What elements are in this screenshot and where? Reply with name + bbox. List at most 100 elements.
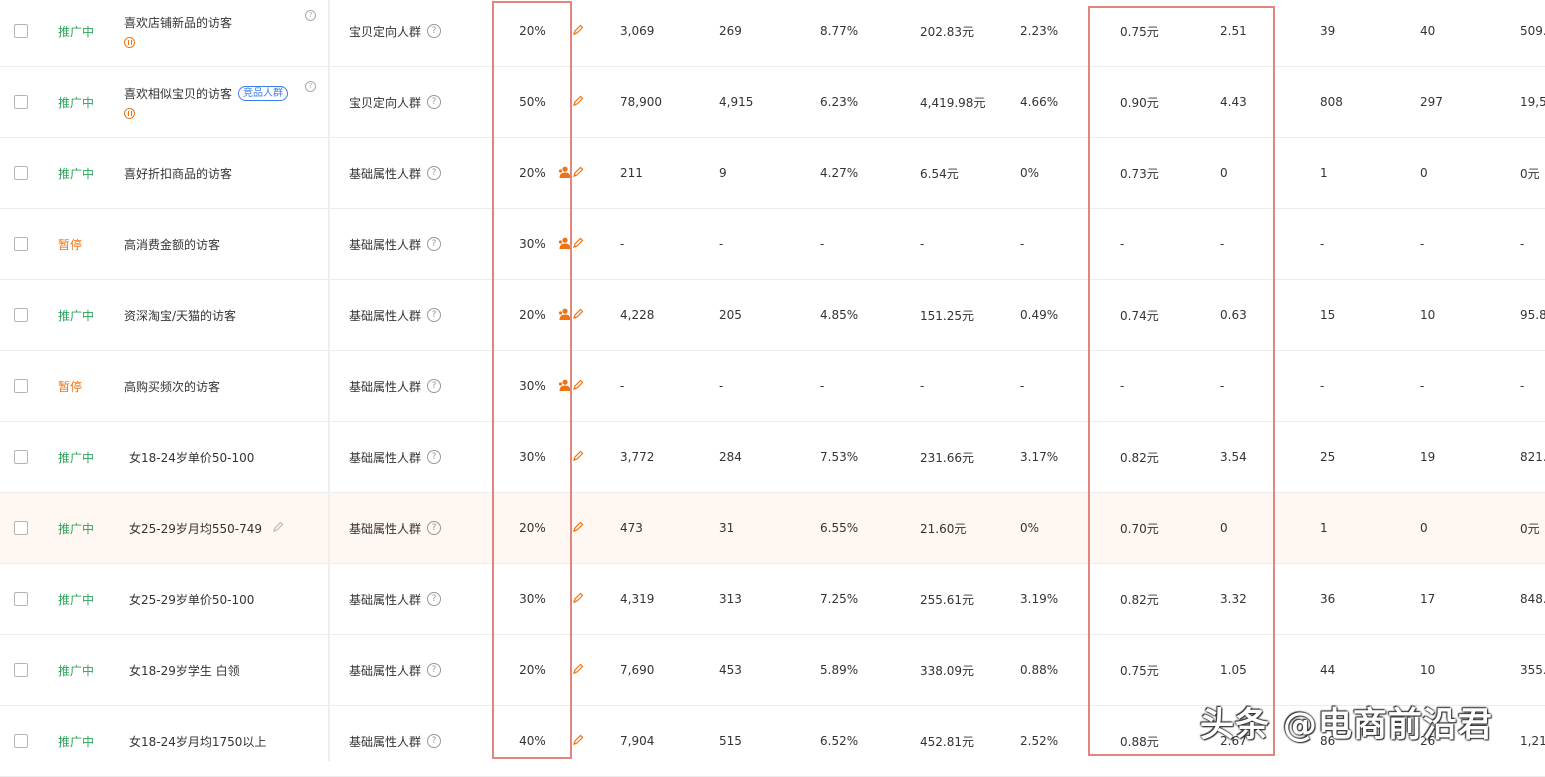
question-circle-icon[interactable]: ? (427, 663, 442, 677)
question-circle-icon[interactable]: ? (427, 734, 442, 748)
table-row[interactable]: 推广中 女18-24岁单价50-100 基础属性人群 ? 30% 3,772 2… (0, 422, 1545, 493)
status-label[interactable]: 推广中 (58, 564, 108, 634)
question-circle-icon[interactable]: ? (427, 592, 442, 606)
status-label[interactable]: 暂停 (58, 351, 108, 421)
user-icon[interactable] (558, 308, 571, 323)
clicks: 9 (719, 166, 727, 180)
clicks: - (719, 237, 724, 251)
click-through-rate: 4.85% (820, 308, 859, 322)
crowd-name-cell: 女18-24岁单价50-100 (124, 422, 324, 492)
pencil-icon[interactable] (572, 450, 584, 465)
pencil-icon[interactable] (572, 24, 584, 39)
impressions: 4,228 (620, 308, 655, 322)
pause-circle-icon (124, 108, 135, 119)
transaction-amount: 848. (1520, 592, 1545, 606)
row-actions (558, 706, 594, 776)
conversion-rate: 2.52% (1020, 734, 1059, 748)
impressions: 7,904 (620, 734, 655, 748)
favorites: - (1320, 379, 1325, 393)
status-label[interactable]: 推广中 (58, 422, 108, 492)
user-icon[interactable] (558, 166, 571, 181)
pencil-icon[interactable] (272, 521, 284, 536)
table-row[interactable]: 推广中 女18-29岁学生 白领 基础属性人群 ? 20% 7,690 453 … (0, 635, 1545, 706)
table-row[interactable]: 推广中 资深淘宝/天猫的访客 基础属性人群 ? 20% 4,228 205 4.… (0, 280, 1545, 351)
pencil-icon[interactable] (572, 592, 584, 607)
row-checkbox[interactable] (14, 734, 28, 748)
row-checkbox[interactable] (14, 166, 28, 180)
row-checkbox[interactable] (14, 450, 28, 464)
pencil-icon[interactable] (572, 166, 584, 181)
clicks: 31 (719, 521, 735, 535)
crowd-name: 喜好折扣商品的访客 (124, 166, 233, 181)
user-icon[interactable] (558, 379, 571, 394)
pencil-icon[interactable] (572, 521, 584, 536)
crowd-name: 女18-24岁月均1750以上 (129, 734, 267, 749)
crowd-name: 高消费金额的访客 (124, 237, 221, 252)
row-checkbox-cell (14, 706, 32, 776)
status-label[interactable]: 推广中 (58, 706, 108, 776)
question-circle-icon[interactable]: ? (427, 521, 442, 535)
transaction-amount: - (1520, 379, 1525, 393)
cost: 21.60元 (920, 521, 967, 536)
table-row[interactable]: 推广中 喜欢店铺新品的访客 ? 宝贝定向人群 ? 20% 3,069 269 8… (0, 0, 1545, 67)
table-row[interactable]: 推广中 女25-29岁单价50-100 基础属性人群 ? 30% 4,319 3… (0, 564, 1545, 635)
favorites: - (1320, 237, 1325, 251)
crowd-name: 喜欢店铺新品的访客 (124, 16, 233, 30)
table-row[interactable]: 推广中 喜欢相似宝贝的访客 竞品人群 ? 宝贝定向人群 ? 50% 78,900… (0, 67, 1545, 138)
question-circle-icon[interactable]: ? (427, 24, 442, 38)
row-checkbox[interactable] (14, 521, 28, 535)
crowd-type-cell: 基础属性人群 ? (349, 493, 469, 563)
table-row[interactable]: 推广中 女25-29岁月均550-749 基础属性人群 ? 20% 473 31… (0, 493, 1545, 564)
crowd-type-cell: 宝贝定向人群 ? (349, 0, 469, 66)
row-actions (558, 280, 594, 350)
question-circle-icon[interactable]: ? (427, 308, 442, 322)
row-checkbox[interactable] (14, 379, 28, 393)
status-label[interactable]: 推广中 (58, 635, 108, 705)
table-row[interactable]: 暂停 高购买频次的访客 基础属性人群 ? 30% - - - - - - - -… (0, 351, 1545, 422)
row-checkbox[interactable] (14, 308, 28, 322)
clicks: 205 (719, 308, 742, 322)
crowd-type-cell: 宝贝定向人群 ? (349, 67, 469, 137)
crowd-name-cell: 资深淘宝/天猫的访客 (124, 280, 324, 350)
crowd-name: 喜欢相似宝贝的访客 (124, 87, 233, 101)
question-circle-icon[interactable]: ? (427, 95, 442, 109)
crowd-name: 女25-29岁月均550-749 (129, 521, 263, 536)
pencil-icon[interactable] (572, 663, 584, 678)
question-circle-icon[interactable]: ? (427, 379, 442, 393)
transaction-amount: 821. (1520, 450, 1545, 464)
pencil-icon[interactable] (572, 237, 584, 252)
question-circle-icon[interactable]: ? (427, 450, 442, 464)
status-label[interactable]: 推广中 (58, 493, 108, 563)
cost-per-click: 0.88元 (1120, 734, 1159, 749)
clicks: 515 (719, 734, 742, 748)
pencil-icon[interactable] (572, 95, 584, 110)
pencil-icon[interactable] (572, 734, 584, 749)
question-circle-icon[interactable]: ? (427, 166, 442, 180)
row-actions (558, 67, 594, 137)
pencil-icon[interactable] (572, 379, 584, 394)
row-checkbox[interactable] (14, 592, 28, 606)
user-icon[interactable] (558, 237, 571, 252)
question-circle-icon[interactable]: ? (305, 10, 316, 21)
frozen-column-divider (328, 0, 330, 761)
status-label[interactable]: 推广中 (58, 138, 108, 208)
status-label[interactable]: 暂停 (58, 209, 108, 279)
status-label[interactable]: 推广中 (58, 0, 108, 66)
question-circle-icon[interactable]: ? (427, 237, 442, 251)
table-row[interactable]: 推广中 喜好折扣商品的访客 基础属性人群 ? 20% 211 9 4.27% 6… (0, 138, 1545, 209)
question-circle-icon[interactable]: ? (305, 81, 316, 92)
status-label[interactable]: 推广中 (58, 280, 108, 350)
add-to-cart: 297 (1420, 95, 1443, 109)
row-checkbox[interactable] (14, 24, 28, 38)
row-checkbox[interactable] (14, 95, 28, 109)
row-checkbox[interactable] (14, 663, 28, 677)
table-row[interactable]: 暂停 高消费金额的访客 基础属性人群 ? 30% - - - - - - - -… (0, 209, 1545, 280)
row-checkbox-cell (14, 564, 32, 634)
crowd-name: 女18-24岁单价50-100 (129, 450, 255, 465)
row-actions (558, 138, 594, 208)
pencil-icon[interactable] (572, 308, 584, 323)
cost: 6.54元 (920, 166, 959, 181)
roi: 3.54 (1220, 450, 1247, 464)
row-checkbox[interactable] (14, 237, 28, 251)
status-label[interactable]: 推广中 (58, 67, 108, 137)
